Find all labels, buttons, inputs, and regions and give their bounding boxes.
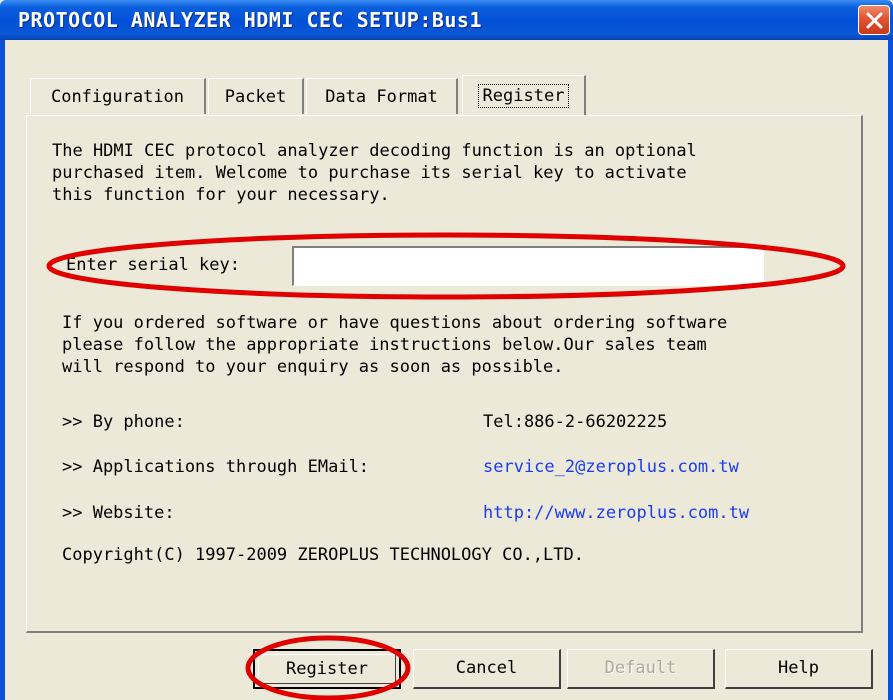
serial-key-label: Enter serial key: <box>66 255 240 275</box>
tab-packet[interactable]: Packet <box>208 78 304 114</box>
window-frame-right <box>888 40 893 700</box>
tab-data-format[interactable]: Data Format <box>306 78 458 114</box>
tab-register[interactable]: Register <box>462 75 586 115</box>
serial-key-input[interactable] <box>292 246 764 286</box>
close-button[interactable] <box>858 5 890 35</box>
contact-phone-label: >> By phone: <box>62 412 185 432</box>
contact-phone-value: Tel:886-2-66202225 <box>483 412 668 432</box>
default-button[interactable]: Default <box>567 649 715 689</box>
contact-website-label: >> Website: <box>62 503 175 523</box>
tab-label: Packet <box>224 87 287 107</box>
window-frame-left <box>0 40 5 700</box>
register-button-label: Register <box>258 654 396 684</box>
tab-label: Configuration <box>50 87 185 107</box>
register-button[interactable]: Register <box>253 649 401 689</box>
tab-configuration[interactable]: Configuration <box>30 78 206 114</box>
cancel-button[interactable]: Cancel <box>413 649 561 689</box>
contact-email-label: >> Applications through EMail: <box>62 457 370 477</box>
help-button[interactable]: Help <box>725 649 873 689</box>
copyright-text: Copyright(C) 1997-2009 ZEROPLUS TECHNOLO… <box>62 545 584 565</box>
title-bar[interactable]: PROTOCOL ANALYZER HDMI CEC SETUP:Bus1 <box>0 0 893 40</box>
intro-text: The HDMI CEC protocol analyzer decoding … <box>52 141 697 205</box>
tab-label: Register <box>477 84 570 108</box>
contact-website-link[interactable]: http://www.zeroplus.com.tw <box>483 503 749 523</box>
window-title: PROTOCOL ANALYZER HDMI CEC SETUP:Bus1 <box>18 8 483 32</box>
tab-label: Data Format <box>325 87 438 107</box>
close-icon <box>866 12 883 29</box>
contact-email-link[interactable]: service_2@zeroplus.com.tw <box>483 457 739 477</box>
ordering-info-text: If you ordered software or have question… <box>62 313 728 377</box>
setup-dialog: PROTOCOL ANALYZER HDMI CEC SETUP:Bus1 Co… <box>0 0 893 700</box>
